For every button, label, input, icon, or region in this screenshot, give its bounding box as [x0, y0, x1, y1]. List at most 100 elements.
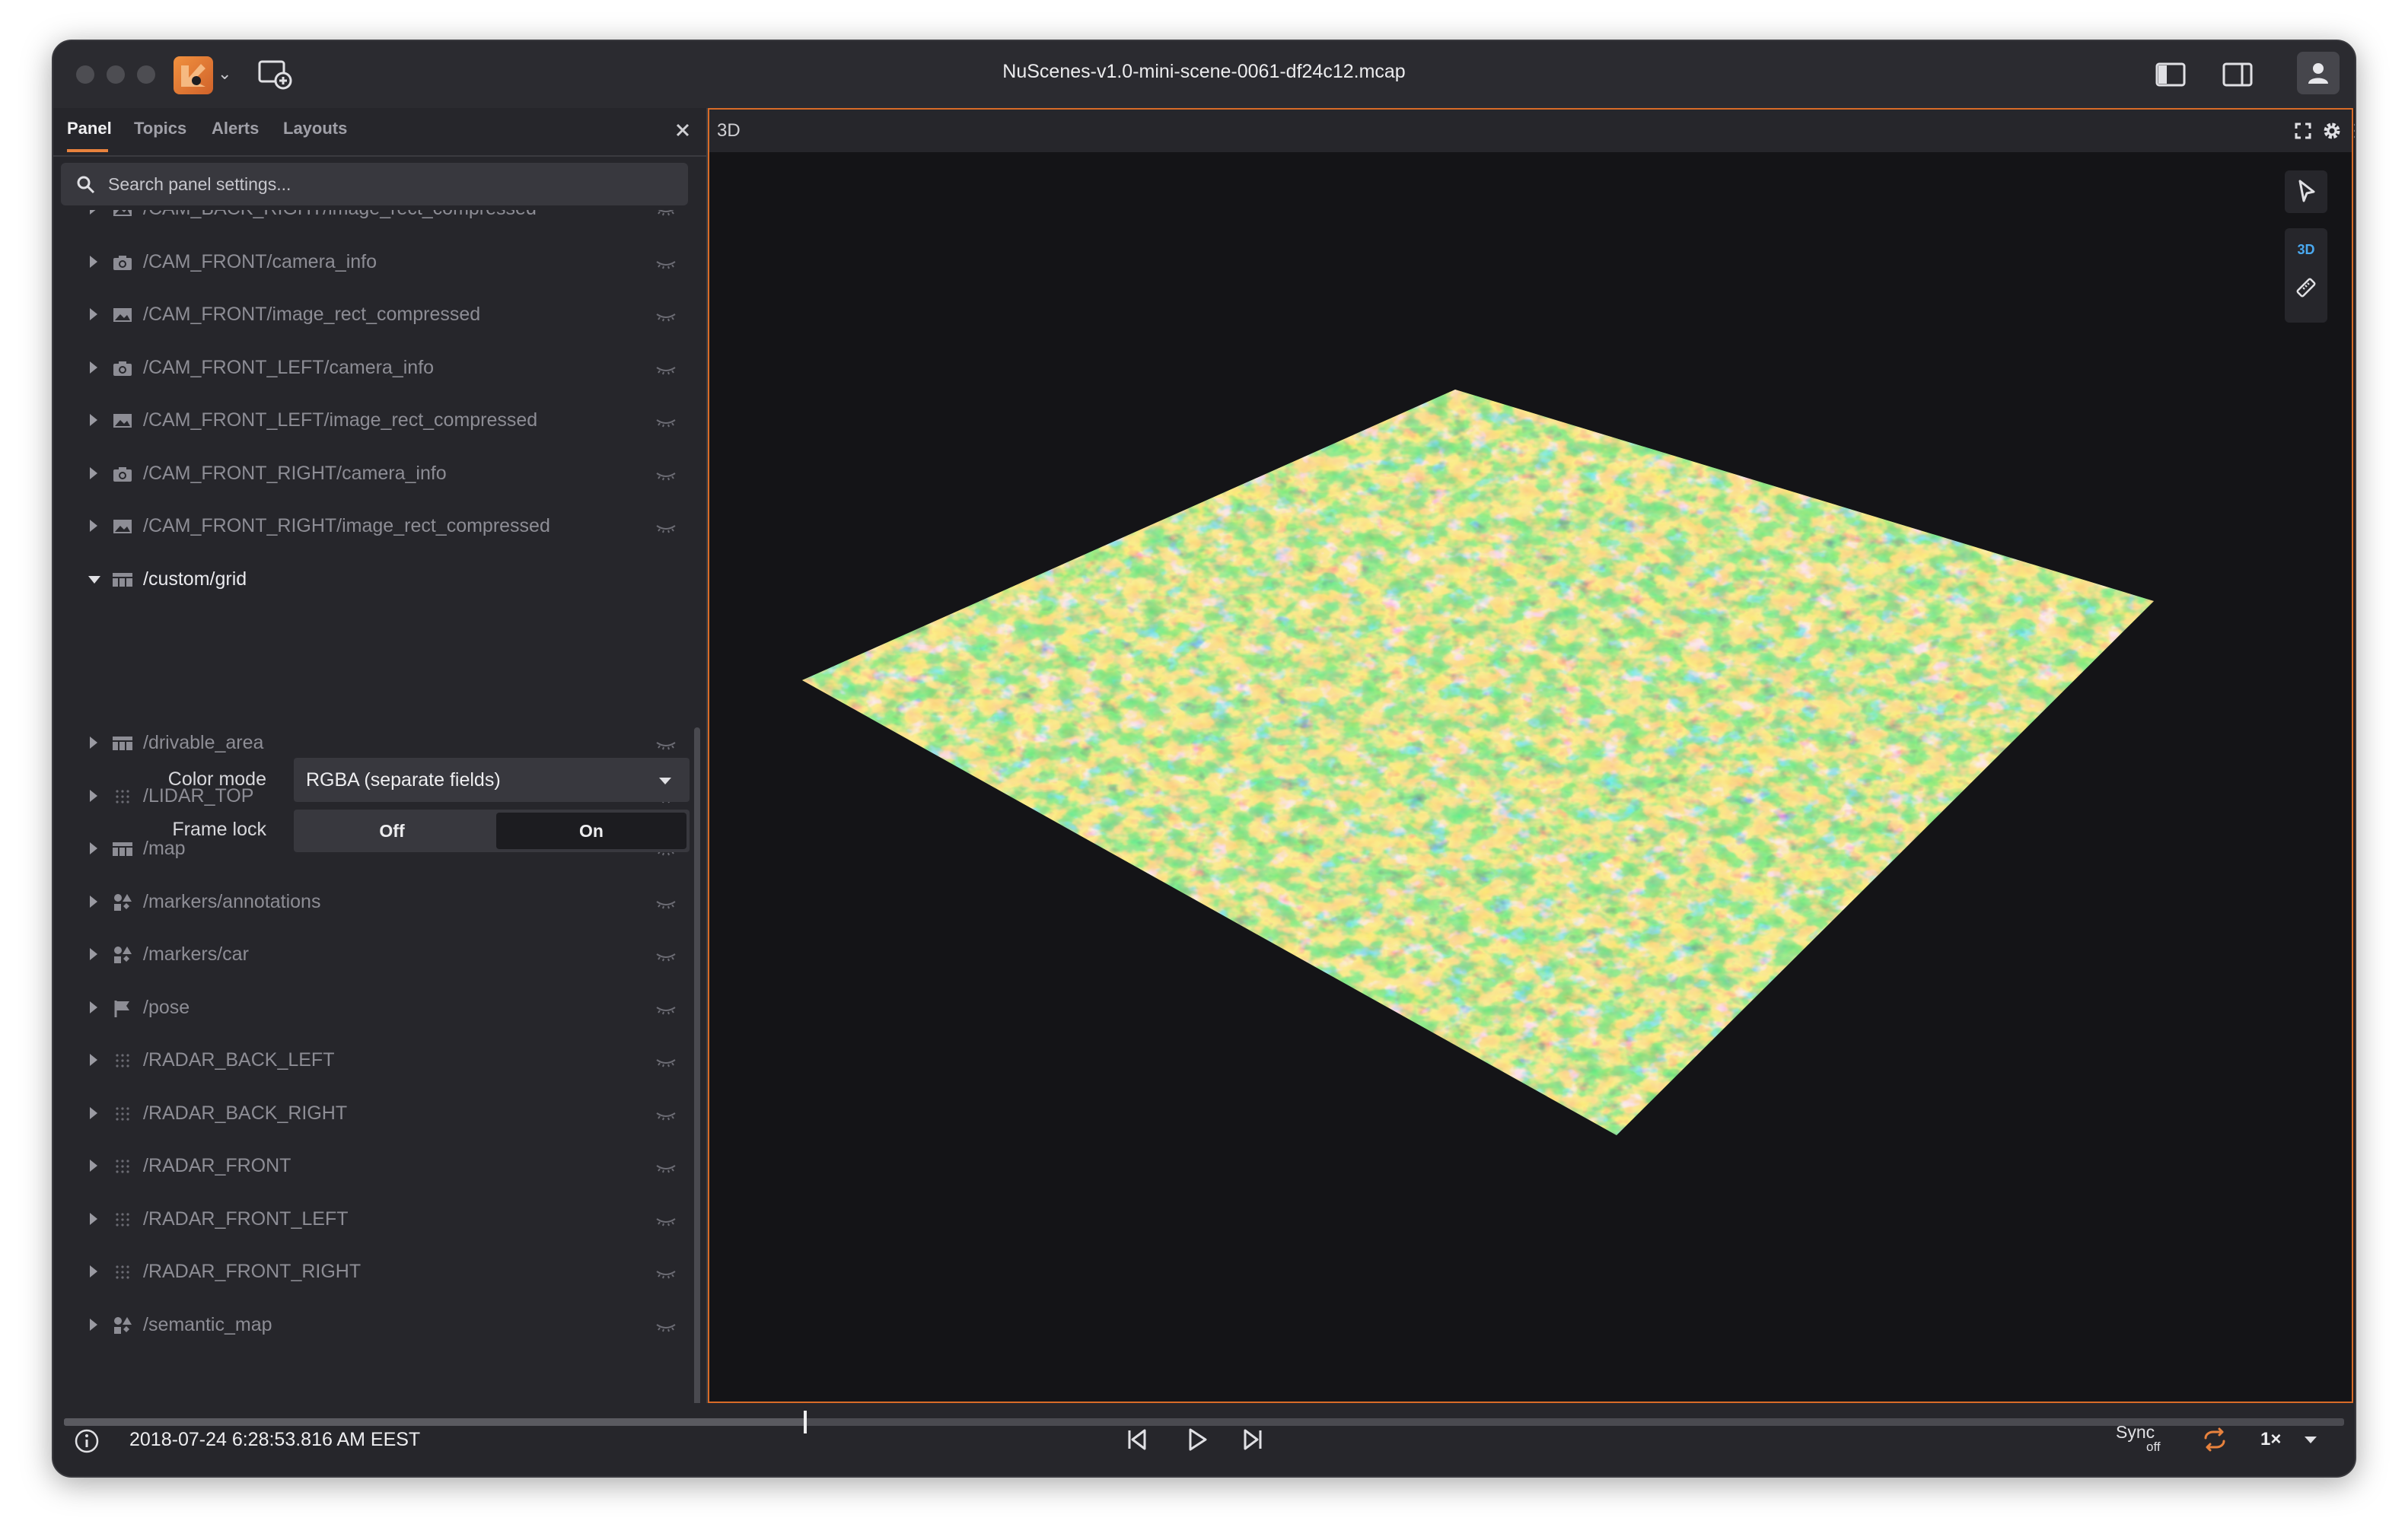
topic-label: /CAM_FRONT_RIGHT/image_rect_compressed	[143, 515, 550, 536]
topic-row[interactable]: /markers/car	[53, 928, 693, 982]
sync-toggle[interactable]: Sync off	[2116, 1424, 2161, 1455]
chevron-right-icon[interactable]	[90, 1054, 97, 1066]
more-options-icon[interactable]	[2346, 120, 2356, 142]
loop-icon[interactable]	[2198, 1423, 2231, 1456]
topic-row[interactable]: /CAM_FRONT/camera_info	[53, 236, 693, 289]
visibility-hidden-icon[interactable]	[655, 1157, 677, 1176]
topic-row[interactable]: /RADAR_BACK_LEFT	[53, 1034, 693, 1087]
chevron-down-icon[interactable]	[88, 575, 100, 584]
points-icon	[116, 1106, 129, 1121]
3d-viewport[interactable]: 3D	[709, 152, 2352, 1402]
frame-lock-off-option[interactable]: Off	[297, 813, 487, 849]
tab-topics[interactable]: Topics	[134, 119, 186, 138]
chevron-right-icon[interactable]	[90, 842, 97, 854]
camera-icon	[113, 466, 132, 482]
visibility-hidden-icon[interactable]	[655, 892, 677, 912]
chevron-right-icon[interactable]	[90, 948, 97, 960]
color-mode-select[interactable]: RGBA (separate fields)	[294, 758, 690, 802]
topic-label: /CAM_FRONT/camera_info	[143, 250, 377, 272]
play-button[interactable]	[1180, 1423, 1213, 1456]
chevron-right-icon[interactable]	[90, 1160, 97, 1172]
chevron-right-icon[interactable]	[90, 1318, 97, 1331]
topic-label: /map	[143, 838, 186, 859]
app-window: ⌄ NuScenes-v1.0-mini-scene-0061-df24c12.…	[52, 40, 2356, 1478]
chevron-right-icon[interactable]	[90, 895, 97, 908]
chevron-right-icon[interactable]	[90, 1001, 97, 1013]
frame-lock-on-option[interactable]: On	[496, 813, 686, 849]
chevron-right-icon[interactable]	[90, 520, 97, 532]
topic-label: /semantic_map	[143, 1313, 272, 1335]
chevron-right-icon[interactable]	[90, 1106, 97, 1119]
select-tool-button[interactable]	[2285, 170, 2327, 213]
visibility-hidden-icon[interactable]	[655, 998, 677, 1018]
playback-speed[interactable]: 1×	[2260, 1429, 2281, 1450]
topic-row[interactable]: /CAM_FRONT_RIGHT/image_rect_compressed	[53, 500, 693, 553]
flag-icon	[114, 1000, 129, 1017]
chevron-right-icon[interactable]	[90, 414, 97, 426]
visibility-hidden-icon[interactable]	[655, 305, 677, 325]
visibility-hidden-icon[interactable]	[655, 1262, 677, 1282]
visibility-hidden-icon[interactable]	[655, 1051, 677, 1071]
chevron-right-icon[interactable]	[90, 1212, 97, 1225]
chevron-right-icon[interactable]	[90, 1265, 97, 1278]
tab-panel[interactable]: Panel	[67, 119, 112, 138]
chevron-right-icon[interactable]	[90, 789, 97, 802]
chevron-right-icon[interactable]	[90, 210, 97, 215]
topic-row[interactable]: /CAM_FRONT_LEFT/camera_info	[53, 342, 693, 395]
3d-view-toggle[interactable]: 3D	[2285, 242, 2327, 258]
topic-row[interactable]: /semantic_map	[53, 1299, 693, 1352]
points-icon	[116, 1265, 129, 1279]
chevron-right-icon[interactable]	[90, 308, 97, 320]
topic-row[interactable]: /RADAR_FRONT_LEFT	[53, 1193, 693, 1246]
topic-row[interactable]: /CAM_FRONT/image_rect_compressed	[53, 288, 693, 342]
visibility-hidden-icon[interactable]	[655, 517, 677, 536]
ruler-icon[interactable]	[2294, 275, 2318, 300]
topic-row[interactable]: /custom/grid	[53, 553, 693, 606]
topic-label: /CAM_FRONT_LEFT/camera_info	[143, 356, 435, 378]
active-tab-indicator	[67, 149, 108, 152]
visibility-hidden-icon[interactable]	[655, 411, 677, 431]
topic-row[interactable]: /pose	[53, 982, 693, 1035]
fullscreen-icon[interactable]	[2292, 120, 2314, 142]
speed-dropdown-icon[interactable]	[2305, 1437, 2317, 1443]
left-sidebar-toggle-icon[interactable]	[2154, 58, 2187, 91]
topic-row[interactable]: /CAM_FRONT_LEFT/image_rect_compressed	[53, 394, 693, 447]
sidebar-scrollbar[interactable]	[694, 727, 700, 1403]
visibility-hidden-icon[interactable]	[655, 464, 677, 484]
chevron-right-icon[interactable]	[90, 466, 97, 479]
topic-row[interactable]: /RADAR_FRONT_RIGHT	[53, 1246, 693, 1299]
skip-forward-button[interactable]	[1236, 1423, 1269, 1456]
topic-row[interactable]: /CAM_FRONT_RIGHT/camera_info	[53, 447, 693, 501]
visibility-hidden-icon[interactable]	[655, 945, 677, 965]
close-sidebar-icon[interactable]	[670, 117, 696, 143]
frame-lock-label: Frame lock	[172, 819, 266, 840]
chevron-right-icon[interactable]	[90, 361, 97, 374]
chevron-right-icon[interactable]	[90, 737, 97, 749]
settings-sidebar: Panel Topics Alerts Layouts /CAM_BACK_RI…	[53, 108, 708, 1403]
topic-label: /markers/car	[143, 943, 249, 965]
topic-row[interactable]: /RADAR_FRONT	[53, 1140, 693, 1193]
visibility-hidden-icon[interactable]	[655, 358, 677, 378]
tab-alerts[interactable]: Alerts	[212, 119, 259, 138]
right-sidebar-toggle-icon[interactable]	[2221, 58, 2254, 91]
skip-back-button[interactable]	[1120, 1423, 1154, 1456]
visibility-hidden-icon[interactable]	[655, 1316, 677, 1335]
topic-row[interactable]: /markers/annotations	[53, 876, 693, 929]
visibility-hidden-icon[interactable]	[655, 733, 677, 753]
info-icon[interactable]	[73, 1427, 100, 1455]
visibility-hidden-icon[interactable]	[655, 1104, 677, 1124]
settings-gear-icon[interactable]	[2321, 120, 2343, 142]
search-input[interactable]	[107, 169, 673, 199]
chevron-right-icon[interactable]	[90, 255, 97, 268]
visibility-hidden-icon[interactable]	[655, 210, 677, 219]
user-account-button[interactable]	[2297, 52, 2340, 94]
playhead-handle[interactable]	[803, 1411, 807, 1433]
visibility-hidden-icon[interactable]	[655, 1210, 677, 1230]
tab-layouts[interactable]: Layouts	[283, 119, 347, 138]
topic-row[interactable]: /RADAR_BACK_RIGHT	[53, 1087, 693, 1141]
topic-row[interactable]: /CAM_BACK_RIGHT/image_rect_compressed	[53, 210, 693, 236]
window-title: NuScenes-v1.0-mini-scene-0061-df24c12.mc…	[1002, 61, 1406, 82]
grid-icon	[113, 737, 132, 750]
visibility-hidden-icon[interactable]	[655, 253, 677, 272]
topic-label: /CAM_FRONT_RIGHT/camera_info	[143, 462, 447, 484]
